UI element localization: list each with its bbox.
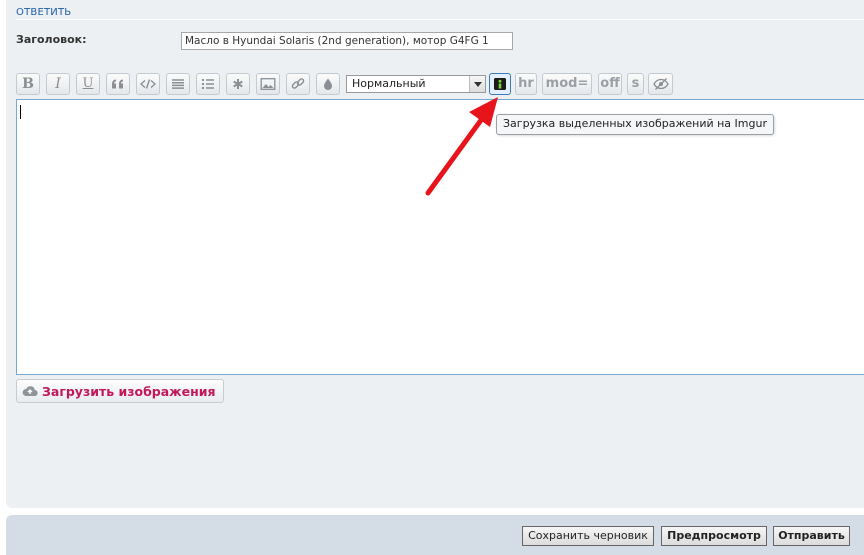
upload-images-button[interactable]: Загрузить изображения [16,379,224,403]
imgur-icon [494,78,506,90]
section-title: ОТВЕТИТЬ [16,7,72,18]
imgur-upload-button[interactable] [489,73,511,95]
spoiler-button[interactable] [648,73,673,95]
subject-input[interactable]: Масло в Hyundai Solaris (2nd generation)… [181,32,513,50]
image-icon [260,78,276,90]
submit-button[interactable]: Отправить [773,526,850,546]
list-item-button[interactable] [226,73,250,95]
font-size-select[interactable]: Нормальный [346,75,486,93]
underline-button[interactable]: U [76,73,100,95]
save-draft-button[interactable]: Сохранить черновик [522,526,654,546]
italic-button[interactable]: I [46,73,70,95]
cloud-upload-icon [22,386,38,397]
off-button[interactable]: off [598,73,622,95]
quote-icon [112,79,123,89]
drop-icon [324,78,332,90]
mod-button[interactable]: mod= [542,73,592,95]
hr-button[interactable]: hr [515,73,537,95]
imgur-tooltip: Загрузка выделенных изображений на Imgur [496,114,774,135]
code-button[interactable] [136,73,160,95]
bold-button[interactable]: B [16,73,40,95]
asterisk-icon [233,79,243,89]
code-icon [140,79,156,89]
subject-label: Заголовок: [16,33,87,46]
image-button[interactable] [256,73,280,95]
strike-button[interactable]: s [627,73,644,95]
chevron-down-icon[interactable] [469,76,485,92]
preview-button[interactable]: Предпросмотр [661,526,767,546]
font-size-value: Нормальный [352,77,426,90]
color-button[interactable] [316,73,340,95]
link-icon [291,78,305,89]
link-button[interactable] [286,73,310,95]
list-button[interactable] [166,73,190,95]
section-divider [16,19,864,20]
text-caret [20,105,21,119]
upload-images-label: Загрузить изображения [42,384,216,399]
message-editor[interactable] [16,99,864,375]
numbered-list-button[interactable] [196,73,220,95]
quote-button[interactable] [106,73,130,95]
list-icon [172,79,184,89]
eye-hidden-icon [652,78,669,90]
numbered-list-icon [202,79,214,89]
